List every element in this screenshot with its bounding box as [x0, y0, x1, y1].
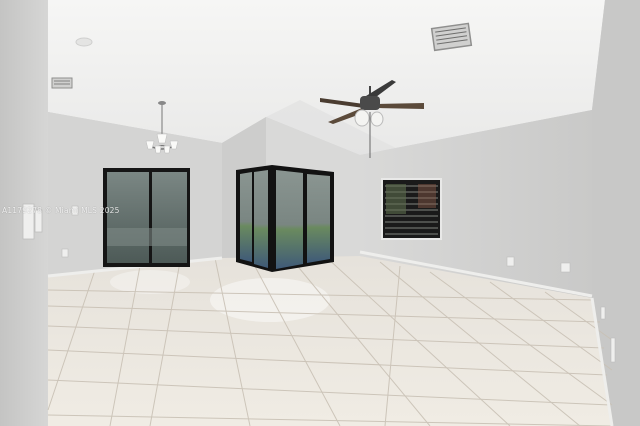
door-glass-panel	[254, 170, 268, 268]
wall-outlet	[600, 306, 606, 320]
wall-outlet	[610, 337, 616, 363]
smoke-detector	[75, 37, 93, 47]
door-glass-panel	[152, 172, 187, 263]
door-glass-panel	[107, 172, 149, 263]
wall-outlet	[61, 248, 69, 258]
door-glass-panel	[240, 172, 252, 262]
ac-vent-wall	[51, 77, 73, 89]
window-foliage	[386, 184, 406, 214]
window-foliage	[418, 184, 436, 208]
floor-reflection	[210, 278, 330, 322]
door-glass-panel	[276, 170, 303, 269]
ac-vent-ceiling	[430, 22, 473, 52]
door-glass-reflection	[107, 228, 187, 246]
wall-outlet	[506, 256, 515, 267]
door-glass-panel	[307, 174, 330, 263]
watermark: A1179278 © Miami MLS 2025	[2, 206, 120, 215]
wall-outlet	[560, 262, 571, 273]
